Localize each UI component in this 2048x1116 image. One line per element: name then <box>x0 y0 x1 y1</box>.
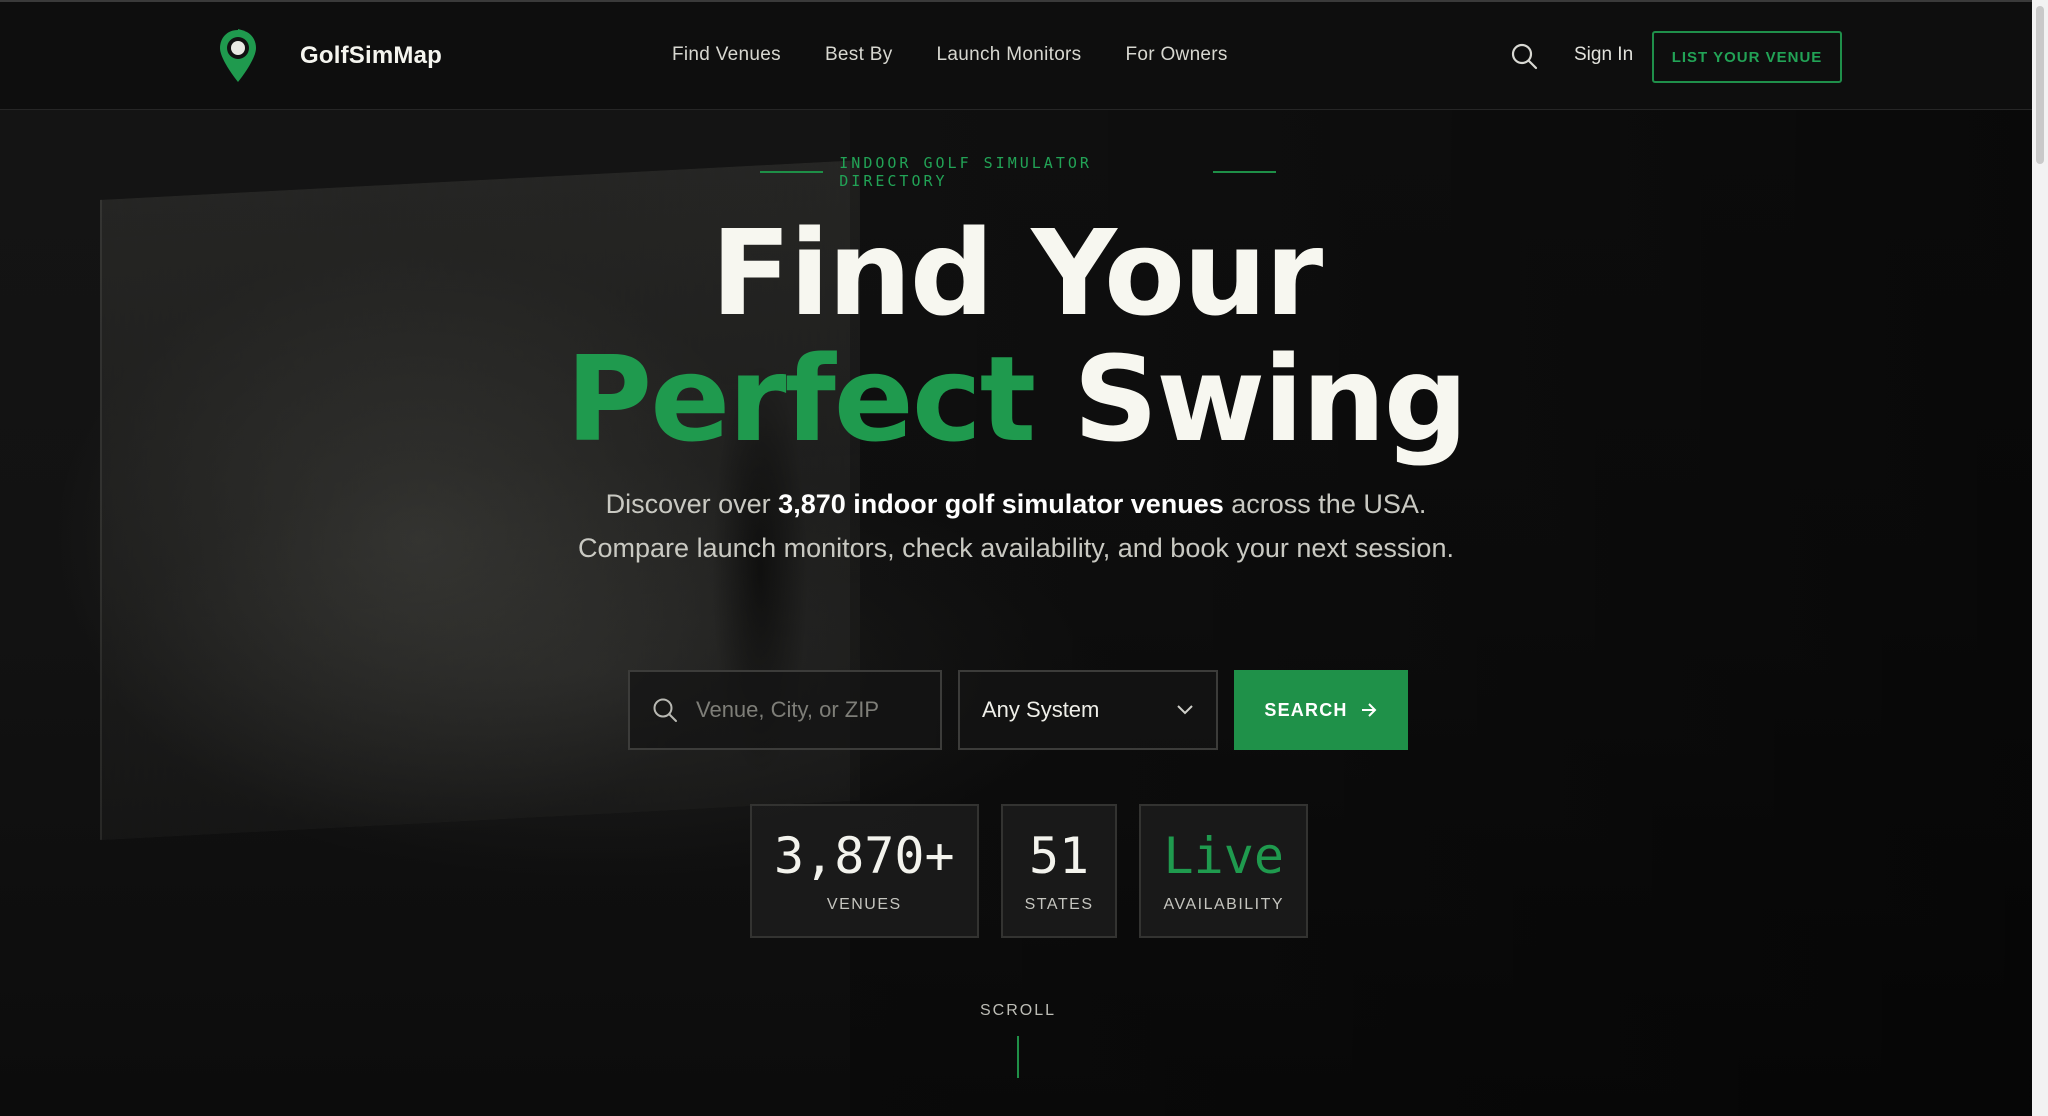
brand-name: GolfSimMap <box>300 42 443 69</box>
brand-logo[interactable]: GolfSimMap <box>218 28 442 84</box>
eyebrow-line-left <box>760 171 824 173</box>
scroll-label: SCROLL <box>979 1002 1057 1019</box>
stat-states: 51 STATES <box>1000 804 1118 938</box>
scroll-indicator[interactable]: SCROLL <box>960 1002 1076 1078</box>
hero-headline: Find Your Perfect Swing <box>0 210 2032 462</box>
stat-value: 51 <box>1028 827 1090 885</box>
search-button-label: SEARCH <box>1264 699 1348 720</box>
search-field[interactable] <box>628 670 942 750</box>
subtext-highlight: 3,870 indoor golf simulator venues <box>778 489 1224 519</box>
stat-label: AVAILABILITY <box>1163 896 1285 913</box>
stat-label: VENUES <box>826 896 902 913</box>
system-select-value: Any System <box>982 697 1100 722</box>
stat-label: STATES <box>1024 896 1094 913</box>
stats-row: 3,870+ VENUES 51 STATES Live AVAILABILIT… <box>750 804 1309 938</box>
map-pin-golf-icon <box>220 29 256 82</box>
scroll-line <box>1017 1036 1019 1078</box>
top-navigation: GolfSimMap Find Venues Best By Launch Mo… <box>0 0 2048 110</box>
subtext-prefix: Discover over <box>605 489 779 519</box>
main-nav: Find Venues Best By Launch Monitors For … <box>672 44 1228 66</box>
eyebrow: INDOOR GOLF SIMULATOR DIRECTORY <box>760 154 1277 190</box>
page-scrollbar[interactable] <box>2032 0 2048 1116</box>
sign-in-link[interactable]: Sign In <box>1574 44 1633 66</box>
arrow-right-icon <box>1361 703 1377 717</box>
search-icon <box>653 698 677 722</box>
headline-line-2: Perfect Swing <box>0 336 2032 462</box>
eyebrow-text: INDOOR GOLF SIMULATOR DIRECTORY <box>839 154 1092 190</box>
nav-best-by[interactable]: Best By <box>825 44 893 66</box>
search-button[interactable]: SEARCH <box>1234 670 1408 750</box>
list-your-venue-button[interactable]: LIST YOUR VENUE <box>1652 31 1842 83</box>
headline-line-1: Find Your <box>710 204 1324 342</box>
system-select[interactable]: Any System <box>958 670 1218 750</box>
stat-value: 3,870+ <box>774 827 955 885</box>
stat-value: Live <box>1163 827 1284 885</box>
stat-venues: 3,870+ VENUES <box>750 804 979 938</box>
search-input[interactable] <box>696 697 936 723</box>
hero-subtext: Discover over 3,870 indoor golf simulato… <box>560 482 1472 570</box>
headline-accent-word: Perfect <box>565 330 1036 468</box>
eyebrow-line-right <box>1212 171 1277 173</box>
search-form: Any System SEARCH <box>628 670 1408 750</box>
scrollbar-thumb[interactable] <box>2036 6 2044 164</box>
nav-find-venues[interactable]: Find Venues <box>672 44 781 66</box>
nav-launch-monitors[interactable]: Launch Monitors <box>937 44 1082 66</box>
chevron-down-icon <box>1177 705 1193 715</box>
headline-word: Swing <box>1073 330 1468 468</box>
stat-availability: Live AVAILABILITY <box>1139 804 1309 938</box>
search-icon[interactable] <box>1510 42 1538 70</box>
nav-for-owners[interactable]: For Owners <box>1125 44 1227 66</box>
